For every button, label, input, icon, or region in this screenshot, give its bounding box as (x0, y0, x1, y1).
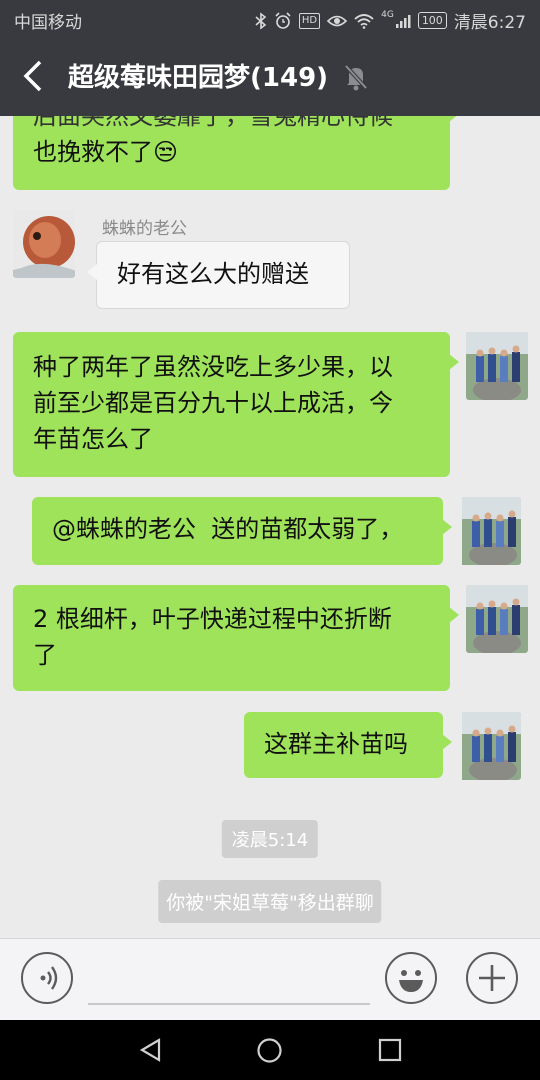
avatar-group-photo (466, 332, 528, 400)
avatar-group-photo (462, 712, 521, 780)
avatar-me[interactable] (466, 585, 528, 653)
message-line: 2 根细杆，叶子快递过程中还折断 (33, 605, 392, 633)
message-bubble-me[interactable]: 后面突然又萎靡了，雪兔精心侍候 也挽救不了😒 (13, 116, 459, 190)
message-bubble-me[interactable]: 这群主补苗吗 (244, 712, 452, 778)
system-nav-bar (0, 1020, 540, 1080)
sender-name: 蛛蛛的老公 (102, 219, 187, 239)
carrier-label: 中国移动 (14, 13, 82, 33)
message-text: @蛛蛛的老公 送的苗都太弱了， (52, 515, 404, 543)
chat-title[interactable]: 超级莓味田园梦(149) (68, 57, 328, 94)
message-bubble-me[interactable]: 种了两年了虽然没吃上多少果，以 前至少都是百分九十以上成活，今 年苗怎么了 (13, 332, 459, 477)
message-bubble-me[interactable]: @蛛蛛的老公 送的苗都太弱了， (32, 497, 452, 565)
status-time: 清晨6:27 (453, 13, 526, 33)
hd-icon: HD (298, 12, 321, 29)
battery-icon: 100 (417, 12, 447, 29)
emoji-icon (399, 970, 423, 992)
message-line: 后面突然又萎靡了，雪兔精心侍候 (33, 116, 393, 130)
message-text: 这群主补苗吗 (264, 730, 408, 758)
eye-icon (327, 15, 348, 26)
chat-area[interactable]: 后面突然又萎靡了，雪兔精心侍候 也挽救不了😒 蛛蛛的老公 好有这么大的赠送 种了… (0, 116, 540, 938)
nav-recents-icon[interactable] (378, 1038, 402, 1062)
wifi-icon (354, 13, 374, 29)
mute-bell-icon (344, 64, 368, 91)
message-line: 了 (33, 641, 57, 669)
message-line: 种了两年了虽然没吃上多少果，以 (33, 353, 393, 381)
status-icons: HD 4G 100 清晨6:27 (255, 8, 526, 33)
input-bar (0, 938, 540, 1021)
network-type: 4G (381, 9, 394, 20)
message-line: 前至少都是百分九十以上成活，今 (33, 389, 393, 417)
status-bar: 中国移动 HD 4G 100 清晨6:27 (0, 0, 540, 38)
avatar-group-photo (466, 585, 528, 653)
plus-icon (479, 965, 505, 991)
chat-header: 超级莓味田园梦(149) (0, 38, 540, 116)
top-bar: 中国移动 HD 4G 100 清晨6:27 超级莓味田园梦(149) (0, 0, 540, 116)
system-notice: 你被"宋姐草莓"移出群聊 (158, 880, 382, 923)
message-text: 好有这么大的赠送 (117, 260, 309, 288)
avatar-group-photo (462, 497, 521, 565)
avatar-me[interactable] (466, 332, 528, 400)
nav-home-icon[interactable] (256, 1037, 283, 1064)
message-bubble-other[interactable]: 好有这么大的赠送 (87, 241, 350, 309)
back-arrow-icon[interactable] (18, 56, 48, 96)
signal-icon (395, 14, 411, 28)
message-line: 也挽救不了😒 (33, 138, 179, 166)
avatar-fish-image (13, 210, 75, 278)
avatar-me[interactable] (459, 712, 521, 780)
system-timestamp: 凌晨5:14 (221, 820, 319, 858)
voice-icon (40, 966, 58, 990)
voice-button[interactable] (21, 952, 73, 1004)
nav-back-icon[interactable] (138, 1037, 164, 1063)
plus-button[interactable] (466, 952, 518, 1004)
emoji-button[interactable] (385, 952, 437, 1004)
avatar-other[interactable] (13, 210, 75, 278)
avatar-me[interactable] (459, 497, 521, 565)
message-input[interactable] (88, 1003, 370, 1005)
message-line: 年苗怎么了 (33, 425, 153, 453)
bluetooth-icon (255, 11, 267, 30)
message-bubble-me[interactable]: 2 根细杆，叶子快递过程中还折断 了 (13, 585, 459, 691)
alarm-icon (275, 11, 291, 29)
